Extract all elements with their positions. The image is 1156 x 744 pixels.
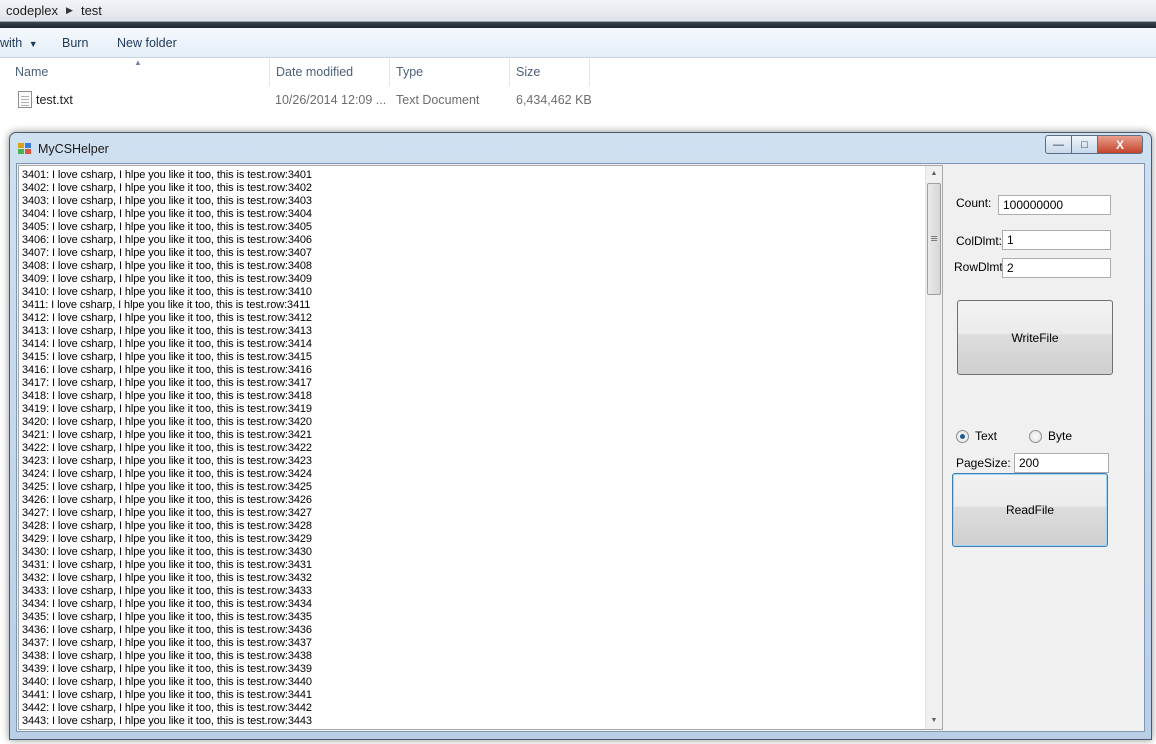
radio-byte-indicator [1029,429,1042,443]
output-lines: 3401: I love csharp, I hlpe you like it … [22,169,922,728]
output-line: 3424: I love csharp, I hlpe you like it … [22,468,312,480]
maximize-button[interactable]: □ [1072,135,1098,154]
output-line: 3441: I love csharp, I hlpe you like it … [22,689,312,701]
output-line: 3440: I love csharp, I hlpe you like it … [22,676,312,688]
open-with-label: with [0,36,23,50]
write-file-button[interactable]: WriteFile [957,300,1113,375]
output-line: 3408: I love csharp, I hlpe you like it … [22,260,312,272]
pagesize-label: PageSize: [956,456,1011,470]
file-type: Text Document [396,93,480,107]
output-line: 3415: I love csharp, I hlpe you like it … [22,351,312,363]
text-file-icon [18,91,32,108]
radio-text-indicator [956,429,969,443]
output-line: 3411: I love csharp, I hlpe you like it … [22,299,311,311]
output-line: 3432: I love csharp, I hlpe you like it … [22,572,312,584]
output-line: 3420: I love csharp, I hlpe you like it … [22,416,312,428]
new-folder-button[interactable]: New folder [117,36,177,50]
output-line: 3433: I love csharp, I hlpe you like it … [22,585,312,597]
output-line: 3407: I love csharp, I hlpe you like it … [22,247,312,259]
output-line: 3442: I love csharp, I hlpe you like it … [22,702,312,714]
maximize-icon: □ [1081,138,1088,151]
output-line: 3429: I love csharp, I hlpe you like it … [22,533,312,545]
scroll-down-icon[interactable]: ▼ [926,713,942,729]
output-line: 3418: I love csharp, I hlpe you like it … [22,390,312,402]
vertical-scrollbar[interactable]: ▲ ▼ [925,166,942,729]
mycshelper-window: MyCSHelper — □ X 3401: I love csharp, I … [9,132,1152,740]
column-header: Name ▲ Date modified Type Size [0,58,1156,86]
close-button[interactable]: X [1098,135,1143,154]
output-line: 3427: I love csharp, I hlpe you like it … [22,507,312,519]
column-type[interactable]: Type [390,58,510,86]
count-label: Count: [956,196,992,210]
output-line: 3436: I love csharp, I hlpe you like it … [22,624,312,636]
output-line: 3409: I love csharp, I hlpe you like it … [22,273,312,285]
coldlmt-input[interactable] [1002,230,1111,250]
breadcrumb-separator-icon[interactable]: ▶ [66,5,73,16]
rowdlmt-label: RowDlmt: [954,260,1007,274]
output-line: 3416: I love csharp, I hlpe you like it … [22,364,312,376]
file-row[interactable]: test.txt 10/26/2014 12:09 ... Text Docum… [0,88,1156,112]
output-textbox[interactable]: 3401: I love csharp, I hlpe you like it … [18,165,943,730]
close-icon: X [1115,137,1124,152]
file-size: 6,434,462 KB [516,93,592,107]
output-line: 3402: I love csharp, I hlpe you like it … [22,182,312,194]
scroll-thumb[interactable] [927,183,941,295]
explorer-toolbar: with ▼ Burn New folder [0,28,1156,58]
output-line: 3426: I love csharp, I hlpe you like it … [22,494,312,506]
form-client-area: 3401: I love csharp, I hlpe you like it … [16,163,1145,732]
output-line: 3405: I love csharp, I hlpe you like it … [22,221,312,233]
output-line: 3437: I love csharp, I hlpe you like it … [22,637,312,649]
minimize-button[interactable]: — [1045,135,1072,154]
file-date-modified: 10/26/2014 12:09 ... [275,93,387,107]
column-date-modified[interactable]: Date modified [270,58,390,86]
output-line: 3414: I love csharp, I hlpe you like it … [22,338,312,350]
column-size[interactable]: Size [510,58,590,86]
rowdlmt-input[interactable] [1002,258,1111,278]
output-line: 3434: I love csharp, I hlpe you like it … [22,598,312,610]
output-line: 3406: I love csharp, I hlpe you like it … [22,234,312,246]
count-input[interactable] [998,195,1111,215]
output-line: 3431: I love csharp, I hlpe you like it … [22,559,312,571]
radio-byte-label: Byte [1048,429,1073,443]
window-title: MyCSHelper [38,142,109,156]
breadcrumb-item-codeplex[interactable]: codeplex [6,3,58,18]
burn-button[interactable]: Burn [62,36,88,50]
radio-byte[interactable]: Byte [1029,429,1072,443]
chevron-down-icon: ▼ [28,39,38,49]
pagesize-input[interactable] [1014,453,1109,473]
output-line: 3401: I love csharp, I hlpe you like it … [22,169,312,181]
output-line: 3438: I love csharp, I hlpe you like it … [22,650,312,662]
output-line: 3443: I love csharp, I hlpe you like it … [22,715,312,727]
minimize-icon: — [1053,138,1064,151]
output-line: 3428: I love csharp, I hlpe you like it … [22,520,312,532]
output-line: 3404: I love csharp, I hlpe you like it … [22,208,312,220]
output-line: 3413: I love csharp, I hlpe you like it … [22,325,312,337]
scroll-up-icon[interactable]: ▲ [926,166,942,182]
sort-up-icon: ▲ [134,58,142,67]
output-line: 3422: I love csharp, I hlpe you like it … [22,442,312,454]
app-icon [18,143,32,155]
output-line: 3435: I love csharp, I hlpe you like it … [22,611,312,623]
output-line: 3425: I love csharp, I hlpe you like it … [22,481,312,493]
output-line: 3439: I love csharp, I hlpe you like it … [22,663,312,675]
radio-text[interactable]: Text [956,429,997,443]
output-line: 3412: I love csharp, I hlpe you like it … [22,312,312,324]
output-line: 3430: I love csharp, I hlpe you like it … [22,546,312,558]
output-line: 3403: I love csharp, I hlpe you like it … [22,195,312,207]
radio-text-label: Text [975,429,998,443]
output-line: 3417: I love csharp, I hlpe you like it … [22,377,312,389]
file-name: test.txt [36,93,73,107]
open-with-button[interactable]: with ▼ [0,36,38,50]
output-line: 3423: I love csharp, I hlpe you like it … [22,455,312,467]
breadcrumb-item-test[interactable]: test [81,3,102,18]
output-line: 3410: I love csharp, I hlpe you like it … [22,286,312,298]
coldlmt-label: ColDlmt: [956,234,1003,248]
read-file-button[interactable]: ReadFile [952,473,1108,547]
address-bar[interactable]: codeplex ▶ test [0,0,1156,22]
title-bar[interactable]: MyCSHelper — □ X [10,133,1151,163]
output-line: 3421: I love csharp, I hlpe you like it … [22,429,312,441]
window-controls: — □ X [1045,135,1143,154]
output-line: 3419: I love csharp, I hlpe you like it … [22,403,312,415]
